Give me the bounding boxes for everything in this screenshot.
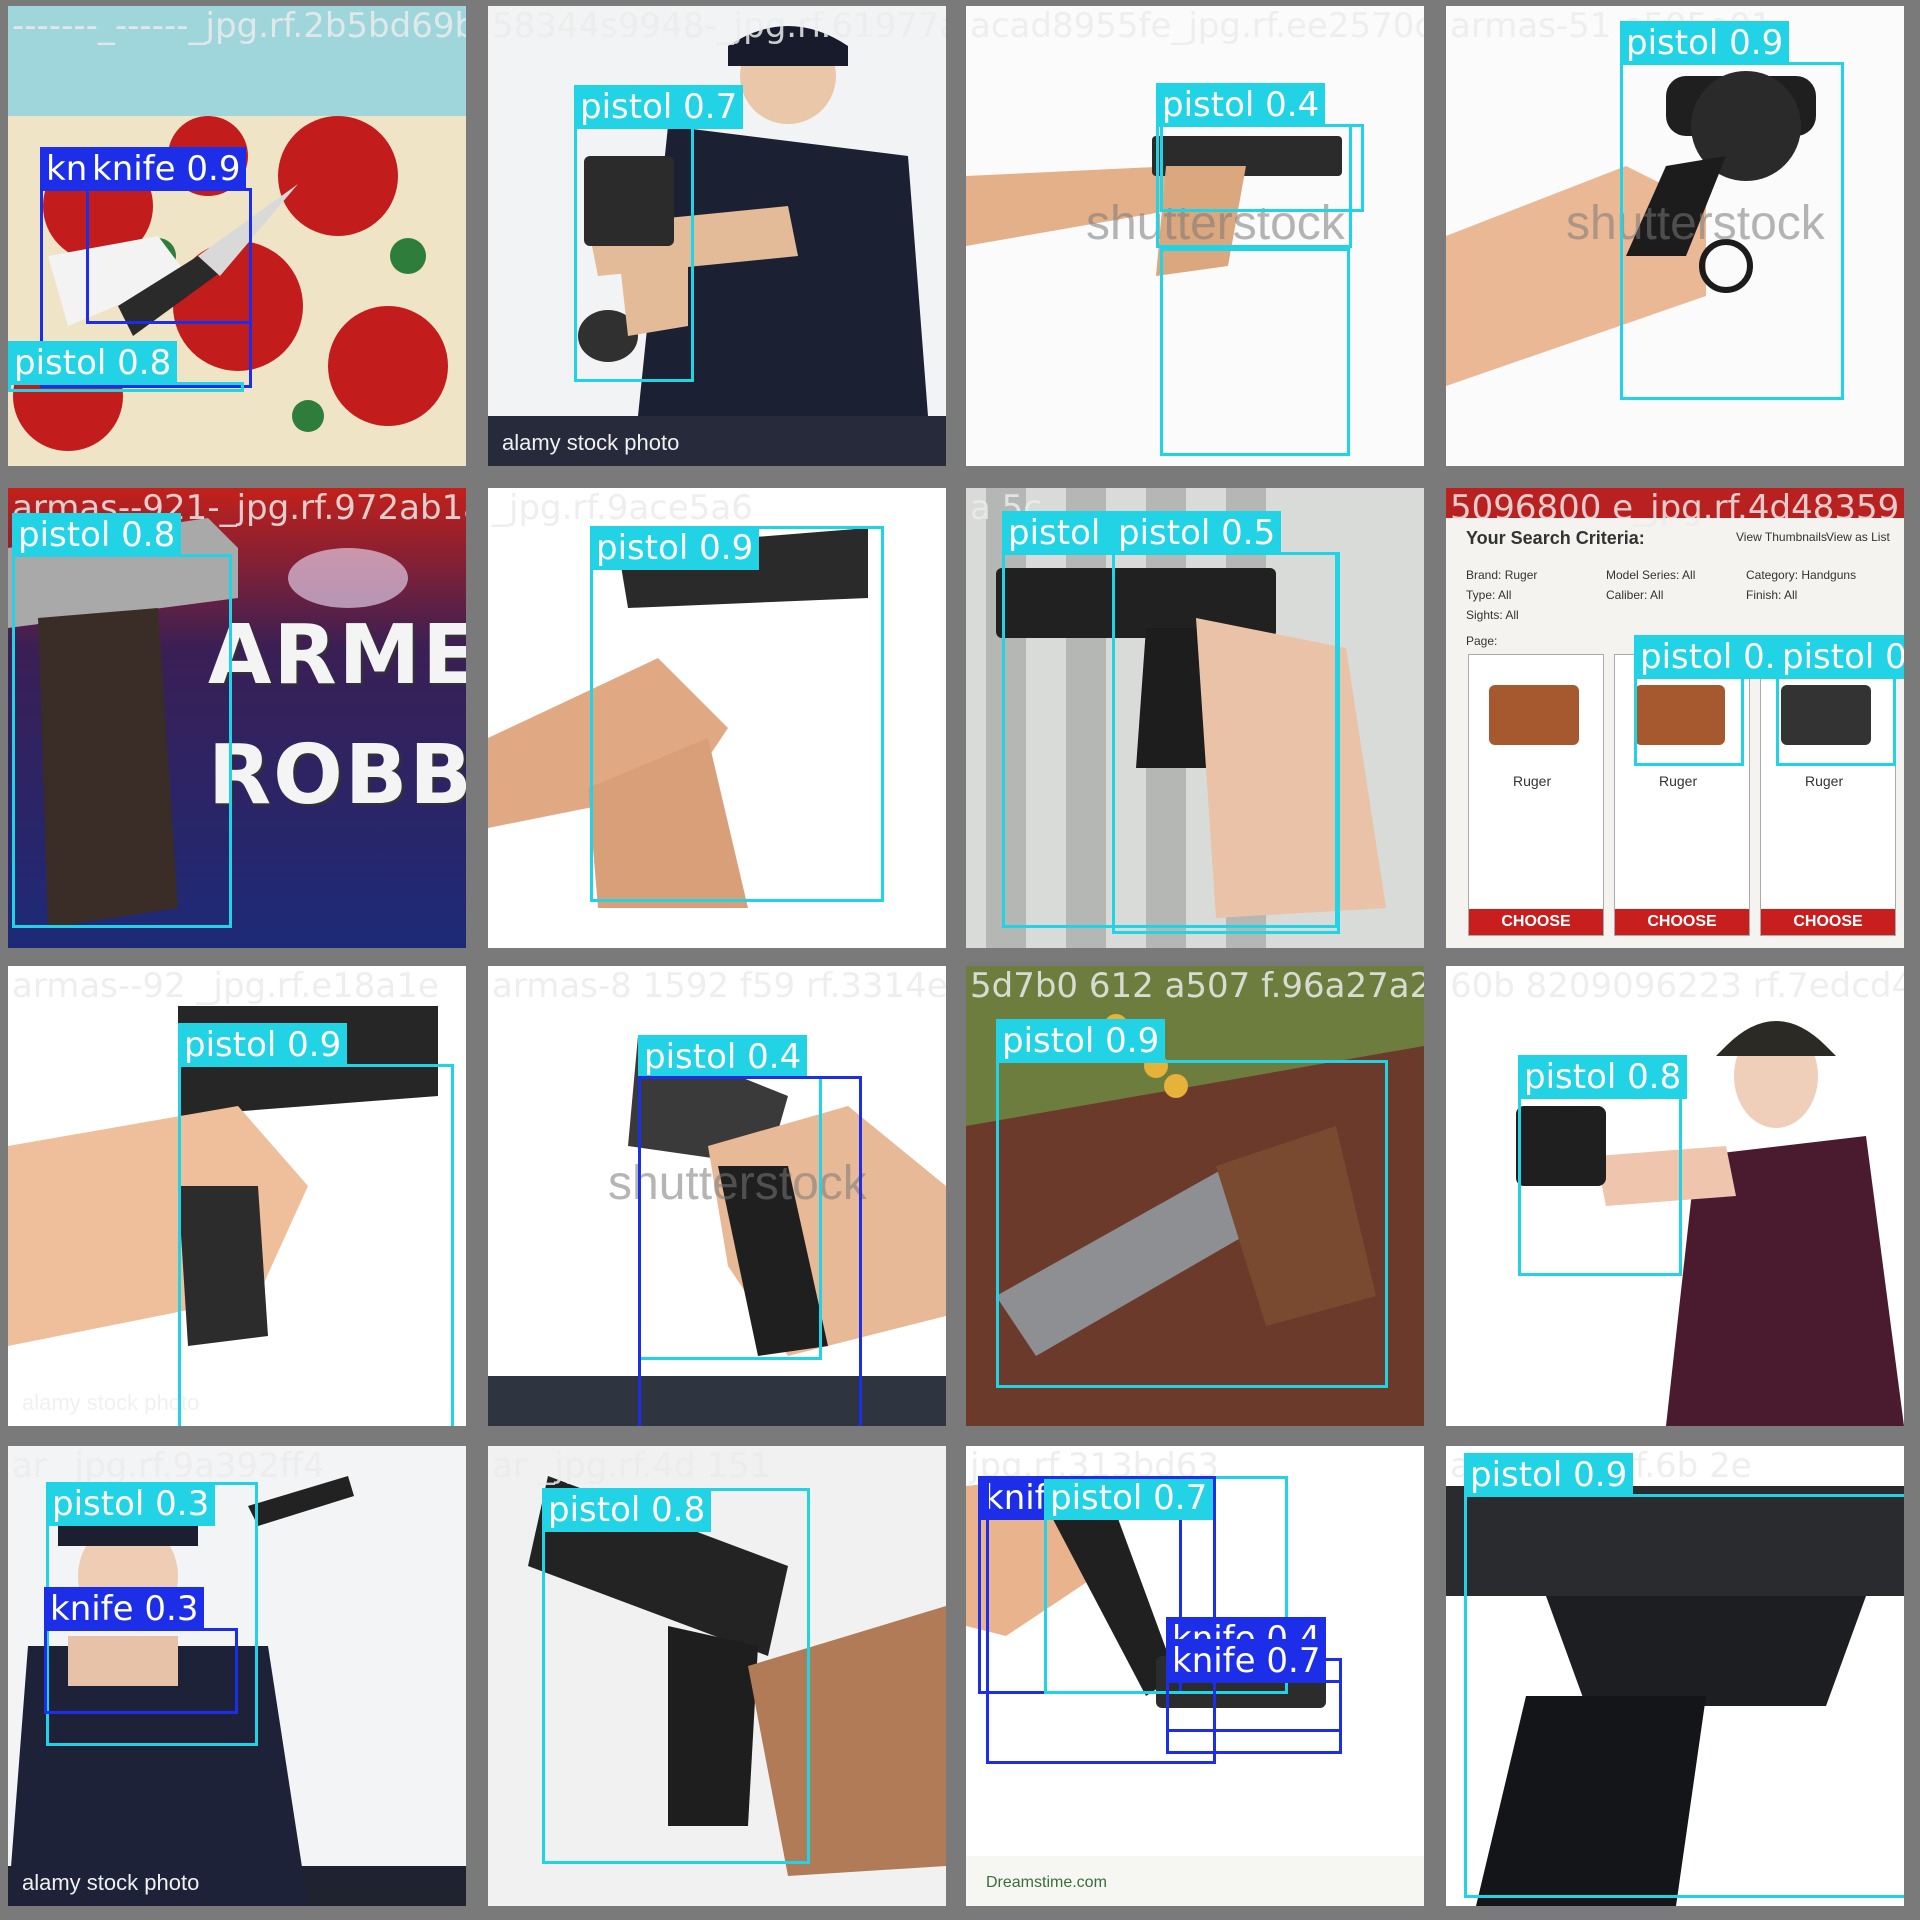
choose-button[interactable]: CHOOSE [1761,909,1895,935]
mosaic-tile: armas--921-_jpg.rf.972ab1afaARMEDROBBERY… [8,488,466,948]
pistol-detection-box: pistol 0.8 [12,513,232,928]
pistol-detection-box: pistol 0.8 [542,1488,810,1864]
mosaic-tile: 5096800 e_jpg.rf.4d48359 Your Search Crit… [1446,488,1904,948]
pistol-detection-box: pistol 0.9 [1620,21,1844,400]
detection-label: pistol 0.8 [542,1488,712,1532]
store-view-toggle[interactable]: View as List [1826,530,1890,544]
photo-watermark: alamy stock photo [502,430,680,455]
mosaic-tile: 60b 8209096223 rf.7edcd45 pistol 0.8 [1446,966,1904,1426]
detection-label: pistol 0.5 [1112,511,1282,555]
tile-filename: -------_------_jpg.rf.2b5bd69b [12,6,466,46]
choose-button[interactable]: CHOOSE [1615,909,1749,935]
pistol-detection-box: pistol 0.9 [590,526,884,902]
mosaic-tile: armas-51 e505e01 shutterstock pistol 0.9 [1446,6,1904,466]
tile-filename: armas--92 _jpg.rf.e18a1e [12,966,439,1006]
store-criteria: Category: Handguns [1746,568,1857,582]
mosaic-tile: _jpg.rf.9ace5a6 pistol 0.9 [488,488,946,948]
detection-label: pistol 0.9 [1620,21,1790,65]
detection-label: pistol 0.8 [1518,1055,1688,1099]
pistol-detection-box: pistol 0.5 [1112,511,1340,934]
pistol-detection-box [1160,248,1350,456]
detection-label: pistol 0.9 [590,526,760,570]
mosaic-tile: ar _jpg.rf.9a392ff4alamy stock photo pist… [8,1446,466,1906]
knife-detection-box: knife 0.9 [86,147,252,324]
tile-filename: _jpg.rf.9ace5a6 [492,488,753,528]
store-page-label: Page: [1466,634,1498,648]
detection-label: pistol 0.8 [8,341,178,385]
store-criteria: Type: All [1466,588,1512,602]
tile-filename: ar _jpg.rf.9a392ff4 [12,1446,325,1486]
mosaic-tile: -------_------_jpg.rf.2b5bd69bknife 0.6k… [8,6,466,466]
pistol-detection-box: pistol 0.8 [1518,1055,1688,1276]
store-criteria: Caliber: All [1606,588,1664,602]
mosaic-tile: ar _jpg.rf.4d 151 pistol 0.8 [488,1446,946,1906]
tile-photo [488,6,946,466]
product-brand: Ruger [1805,773,1844,789]
store-criteria: Brand: Ruger [1466,568,1538,582]
store-criteria: Sights: All [1466,608,1519,622]
pistol-detection-box: pistol 0.7 [574,85,744,382]
pistol-detection-box: pistol 0.9 [1464,1453,1904,1898]
pistol-detection-box: pistol 0.9 [996,1019,1388,1388]
store-view-toggle[interactable]: View Thumbnails [1736,530,1827,544]
product-card[interactable]: Ruger CHOOSE [1468,654,1604,936]
knife-detection-box: knife 0.7 [1166,1639,1342,1754]
detection-label: pistol 0.9 [1464,1453,1634,1497]
mosaic-tile: 5d7b0 612 a507 f.96a27a2f4 pistol 0.9 [966,966,1424,1426]
detection-label: pistol 0.3 [46,1482,216,1526]
tile-filename: 5096800 e_jpg.rf.4d48359 [1450,488,1900,528]
photo-watermark: alamy stock photo [22,1390,200,1415]
detection-label: pistol 0.8 [12,513,182,557]
mosaic-tile: jpg.rf.313bd63Dreamstime.comknife 0.4pis… [966,1446,1424,1906]
mosaic-tile: 58344s9948-_jpg.rf.61977a8alamy stock ph… [488,6,946,466]
tile-filename: 5d7b0 612 a507 f.96a27a2f4 [970,966,1424,1006]
detection-label: knife 0.9 [86,147,247,191]
mosaic-tile: a 5c pistol 0. pistol 0.5 [966,488,1424,948]
photo-watermark: Dreamstime.com [986,1874,1107,1891]
mosaic-tile: armas-8 1592 f59 rf.3314ed5 shutterstock p… [488,966,946,1426]
knife-detection-box [638,1076,862,1426]
photo-watermark: alamy stock photo [22,1870,200,1895]
tile-filename: armas-8 1592 f59 rf.3314ed5 [492,966,946,1006]
pistol-detection-box: pistol 0.5 [1776,635,1904,766]
product-brand: Ruger [1513,773,1552,789]
store-heading: Your Search Criteria: [1466,528,1645,548]
knife-detection-box: knife 0.3 [44,1587,238,1714]
product-brand: Ruger [1659,773,1698,789]
detection-label: knife 0.3 [44,1587,205,1631]
tile-filename: ar _jpg.rf.4d 151 [492,1446,772,1486]
pistol-detection-box: pistol 0.3 [1634,635,1804,766]
detection-label: pistol 0.5 [1776,635,1904,679]
poster-headline: ARMED [208,608,466,703]
poster-headline: ROBBERY [208,728,466,823]
pistol-detection-box: pistol 0.9 [178,1023,454,1426]
store-criteria: Finish: All [1746,588,1798,602]
pistol-detection-box: pistol 0.8 [8,341,244,392]
mosaic-tile: armas--92 _jpg.rf.e18a1ealamy stock phot… [8,966,466,1426]
mosaic-grid: -------_------_jpg.rf.2b5bd69bknife 0.6k… [0,0,1920,1920]
detection-label: pistol 0.7 [574,85,744,129]
detection-label: knife 0.7 [1166,1639,1327,1683]
store-criteria: Model Series: All [1606,568,1696,582]
choose-button[interactable]: CHOOSE [1469,909,1603,935]
mosaic-tile: armas 49 rf.6b 2epistol 0.9 [1446,1446,1904,1906]
tile-filename: 60b 8209096223 rf.7edcd45 [1450,966,1904,1006]
detection-label: pistol 0.4 [1156,83,1326,127]
tile-filename: 58344s9948-_jpg.rf.61977a8 [492,6,946,46]
detection-label: pistol 0.9 [996,1019,1166,1063]
product-image [1489,685,1579,745]
detection-label: pistol 0.4 [638,1035,808,1079]
detection-label: pistol 0.9 [178,1023,348,1067]
pistol-detection-box [1160,124,1364,212]
tile-filename: acad8955fe_jpg.rf.ee2570c [970,6,1424,46]
mosaic-tile: acad8955fe_jpg.rf.ee2570c shutterstock pis… [966,6,1424,466]
